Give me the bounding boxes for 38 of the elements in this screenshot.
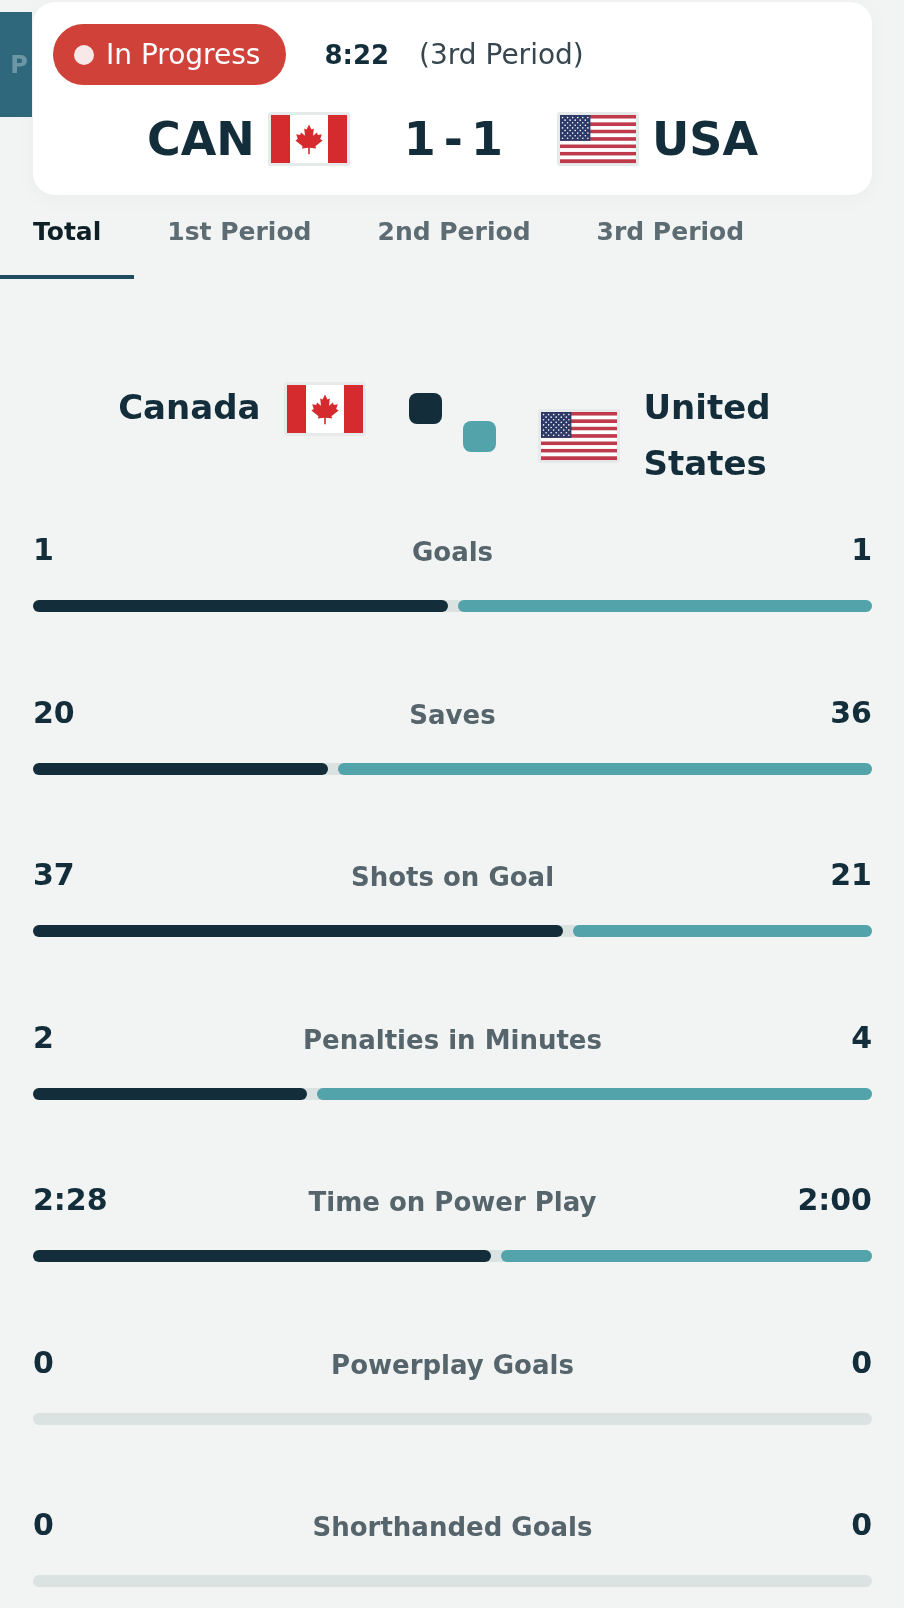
status-label: In Progress (106, 38, 261, 71)
live-dot-icon (74, 44, 94, 65)
away-stat-value: 1 (851, 531, 872, 569)
home-stat-value: 37 (33, 856, 75, 894)
us-flag-icon (537, 409, 620, 463)
away-stat-value: 0 (851, 1506, 872, 1544)
game-clock: 8:22 (324, 39, 390, 70)
home-stat-value: 0 (33, 1343, 54, 1382)
score-text: 1 - 1 (403, 112, 503, 166)
away-stat-value: 21 (830, 856, 872, 894)
us-flag-icon (556, 112, 639, 166)
home-stat-value: 0 (33, 1506, 54, 1544)
home-stat-value: 2 (33, 1018, 54, 1057)
team-code: USA (651, 112, 759, 166)
stat-label: Penalties in Minutes (303, 1023, 602, 1057)
away-stat-value: 4 (851, 1018, 872, 1057)
team-code: CAN (146, 112, 255, 166)
stat-label: Powerplay Goals (331, 1348, 574, 1382)
canada-flag-icon (267, 112, 350, 166)
period-tab[interactable]: Total (0, 195, 135, 279)
away-stat-value: 0 (851, 1343, 872, 1382)
period-tab[interactable]: 2nd Period (344, 195, 564, 279)
home-stat-value: 1 (33, 531, 54, 569)
home-stat-value: 2:28 (33, 1181, 108, 1219)
team-name: Canada (117, 386, 261, 429)
team-name: United States (643, 386, 772, 485)
stat-label: Shots on Goal (350, 861, 555, 894)
stat-label: Time on Power Play (308, 1186, 597, 1219)
home-stat-value: 20 (33, 693, 75, 732)
period-tab[interactable]: 3rd Period (563, 195, 778, 279)
away-stat-value: 36 (830, 693, 872, 732)
stat-label: Goals (411, 536, 494, 569)
period-label: (3rd Period) (419, 38, 584, 71)
canada-flag-icon (283, 382, 366, 436)
stat-label: Shorthanded Goals (312, 1511, 593, 1544)
away-stat-value: 2:00 (797, 1181, 872, 1219)
period-tab[interactable]: 1st Period (134, 195, 345, 279)
stat-label: Saves (409, 698, 496, 732)
